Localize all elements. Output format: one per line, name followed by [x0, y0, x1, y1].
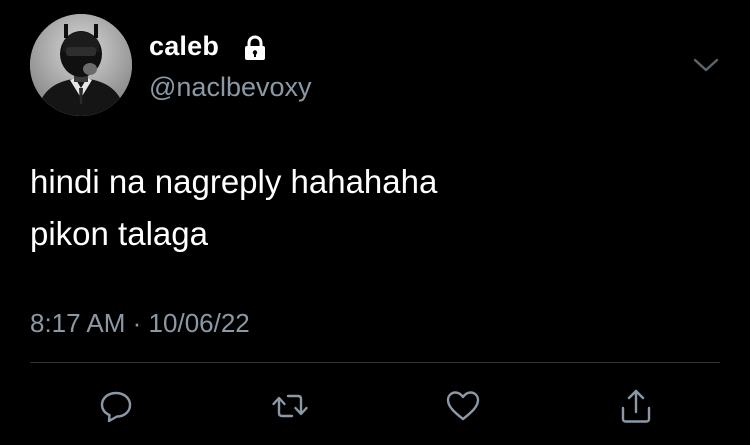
meta-separator: · [132, 308, 142, 338]
handle[interactable]: @naclbevoxy [149, 71, 312, 103]
chevron-down-icon [693, 58, 719, 72]
divider [30, 362, 720, 363]
share-button[interactable] [616, 386, 656, 426]
lock-icon [241, 34, 269, 62]
more-options-button[interactable] [690, 52, 722, 78]
tweet-date: 10/06/22 [148, 308, 250, 338]
display-name[interactable]: caleb [149, 30, 219, 62]
reply-button[interactable] [96, 386, 136, 426]
tweet-timestamp[interactable]: 8:17 AM · 10/06/22 [30, 306, 250, 340]
tweet-text-line: hindi na nagreply hahahaha [30, 163, 438, 200]
tweet-time: 8:17 AM [30, 308, 126, 338]
tweet-text-line: pikon talaga [30, 215, 208, 252]
avatar[interactable] [30, 14, 132, 116]
like-button[interactable] [443, 386, 483, 426]
retweet-icon [272, 394, 308, 418]
retweet-button[interactable] [270, 386, 310, 426]
reply-icon [100, 391, 132, 423]
avatar-image [30, 14, 132, 116]
tweet-card: caleb @naclbevoxy hindi na nagreply haha… [0, 0, 750, 445]
tweet-text: hindi na nagreply hahahaha pikon talaga [30, 156, 710, 260]
share-icon [621, 389, 651, 423]
heart-icon [446, 391, 480, 421]
